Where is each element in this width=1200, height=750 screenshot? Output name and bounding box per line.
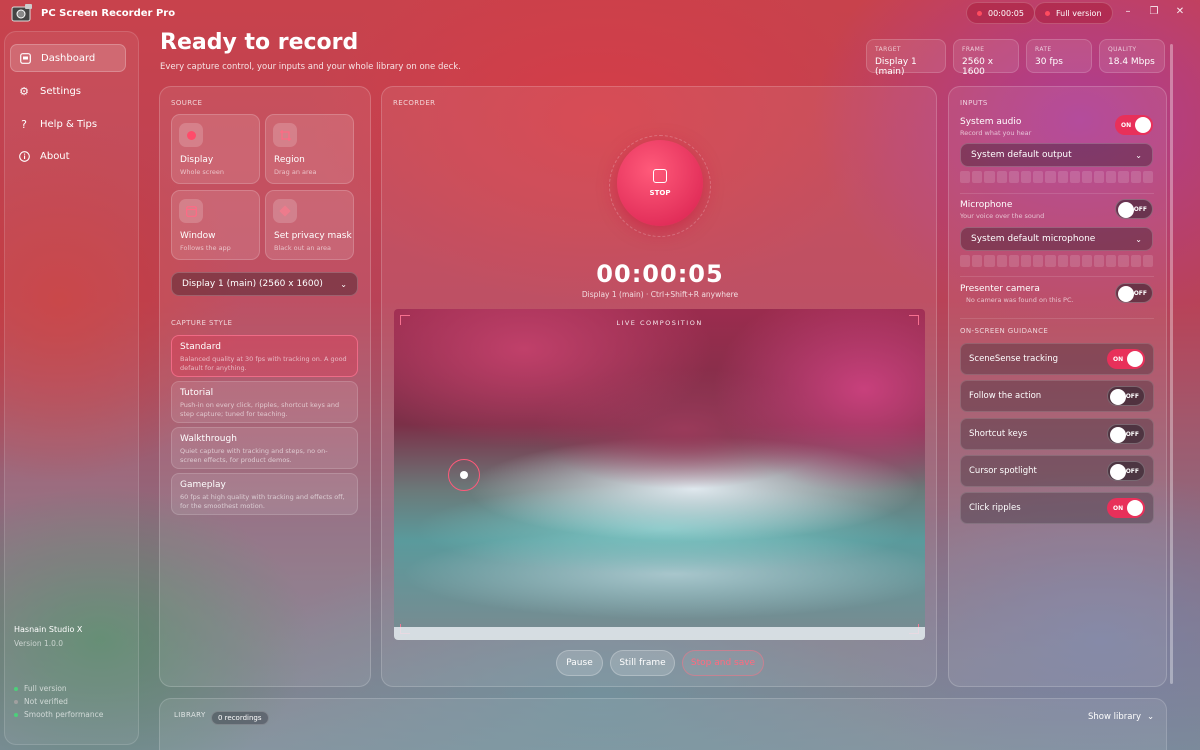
source-window-tile[interactable]: Window Follows the app <box>171 190 260 260</box>
shortcut-keys-toggle[interactable]: OFF <box>1107 424 1145 444</box>
minimize-button[interactable]: – <box>1118 6 1138 22</box>
studio-name: Hasnain Studio X <box>14 625 83 634</box>
live-preview: LIVE COMPOSITION <box>394 309 925 640</box>
follow-action-toggle[interactable]: OFF <box>1107 386 1145 406</box>
microphone-sub: Your voice over the sound <box>960 212 1045 220</box>
stat-quality: QUALITY 18.4 Mbps <box>1099 39 1165 73</box>
sidebar-item-settings[interactable]: ⚙ Settings <box>10 77 126 105</box>
sidebar-item-label: Dashboard <box>41 52 96 64</box>
microphone-label: Microphone <box>960 200 1013 210</box>
status-dot-icon <box>14 712 18 717</box>
sidebar-item-label: Settings <box>40 85 82 97</box>
capture-style-tutorial[interactable]: Tutorial Push-in on every click, ripples,… <box>171 381 358 423</box>
source-section-label: SOURCE <box>171 99 203 107</box>
source-display-tile[interactable]: Display Whole screen <box>171 114 260 184</box>
display-select[interactable]: Display 1 (main) (2560 x 1600) ⌄ <box>171 272 358 296</box>
version-label: Full version <box>1056 8 1102 18</box>
maximize-button[interactable]: ❐ <box>1144 6 1164 22</box>
stat-target: TARGET Display 1 (main) <box>866 39 946 77</box>
divider <box>960 318 1154 319</box>
pause-button[interactable]: Pause <box>556 650 603 676</box>
system-output-select[interactable]: System default output ⌄ <box>960 143 1153 167</box>
scenesense-toggle[interactable]: ON <box>1107 349 1145 369</box>
privacy-mask-tile[interactable]: Set privacy mask Black out an area <box>265 190 354 260</box>
titlebar-timer: 00:00:05 <box>988 8 1024 18</box>
page-subtitle: Every capture control, your inputs and y… <box>160 62 461 72</box>
app-version: Version 1.0.0 <box>14 639 64 648</box>
chevron-down-icon: ⌄ <box>340 279 347 289</box>
system-audio-sub: Record what you hear <box>960 129 1032 137</box>
info-icon <box>18 150 30 162</box>
capture-style-standard[interactable]: Standard Balanced quality at 30 fps with … <box>171 335 358 377</box>
stop-and-save-button[interactable]: Stop and save <box>682 650 764 676</box>
sidebar-item-dashboard[interactable]: Dashboard <box>10 44 126 72</box>
divider <box>960 193 1154 194</box>
status-verification: Not verified <box>14 697 68 706</box>
capture-style-label: CAPTURE STYLE <box>171 319 233 327</box>
preview-taskbar <box>394 627 925 640</box>
system-audio-meter <box>960 171 1153 183</box>
corner-marker-icon <box>400 315 410 325</box>
capture-style-walkthrough[interactable]: Walkthrough Quiet capture with tracking a… <box>171 427 358 469</box>
inputs-section-label: INPUTS <box>960 99 988 107</box>
still-frame-button[interactable]: Still frame <box>610 650 675 676</box>
camera-sub: No camera was found on this PC. <box>966 296 1074 304</box>
question-icon: ? <box>21 117 27 131</box>
library-label: LIBRARY <box>174 711 206 719</box>
cursor-spotlight-toggle[interactable]: OFF <box>1107 461 1145 481</box>
display-icon <box>179 123 203 147</box>
system-audio-toggle[interactable]: ON <box>1115 115 1153 135</box>
status-dot-icon <box>1045 10 1050 16</box>
camera-label: Presenter camera <box>960 284 1040 294</box>
status-dot-icon <box>14 699 18 704</box>
capture-style-gameplay[interactable]: Gameplay 60 fps at high quality with trac… <box>171 473 358 515</box>
scrollbar[interactable] <box>1170 44 1173 684</box>
recordings-count-badge: 0 recordings <box>211 711 269 725</box>
recording-target-hint: Display 1 (main) · Ctrl+Shift+R anywhere <box>581 290 739 299</box>
stop-button[interactable]: STOP <box>617 140 703 226</box>
app-title: PC Screen Recorder Pro <box>41 8 176 19</box>
recording-timer-badge[interactable]: 00:00:05 <box>966 2 1035 24</box>
recorder-section-label: RECORDER <box>393 99 436 107</box>
stat-rate: RATE 30 fps <box>1026 39 1092 73</box>
microphone-select[interactable]: System default microphone ⌄ <box>960 227 1153 251</box>
page-title: Ready to record <box>160 30 359 55</box>
window-icon <box>179 199 203 223</box>
sidebar-item-about[interactable]: About <box>10 142 126 170</box>
sidebar-item-label: About <box>40 150 70 162</box>
divider <box>960 276 1154 277</box>
stop-icon <box>653 169 667 183</box>
microphone-meter <box>960 255 1153 267</box>
crop-icon <box>273 123 297 147</box>
gear-icon: ⚙ <box>19 84 29 98</box>
status-performance: Smooth performance <box>14 710 103 719</box>
chevron-down-icon: ⌄ <box>1135 150 1142 160</box>
live-composition-label: LIVE COMPOSITION <box>616 319 703 327</box>
sidebar-item-label: Help & Tips <box>40 118 98 130</box>
mask-icon <box>273 199 297 223</box>
cursor-icon <box>460 471 468 479</box>
guidance-section-label: ON-SCREEN GUIDANCE <box>960 327 1049 335</box>
system-audio-label: System audio <box>960 117 1022 127</box>
recording-dot-icon <box>977 10 982 16</box>
source-region-tile[interactable]: Region Drag an area <box>265 114 354 184</box>
chevron-down-icon: ⌄ <box>1146 712 1155 722</box>
library-bar <box>159 698 1167 750</box>
app-logo-icon <box>10 3 34 25</box>
stat-frame: FRAME 2560 x 1600 <box>953 39 1019 77</box>
full-version-badge[interactable]: Full version <box>1034 2 1113 24</box>
recording-timer: 00:00:05 <box>596 260 724 288</box>
show-library-button[interactable]: Show library ⌄ <box>1088 712 1154 722</box>
close-button[interactable]: ✕ <box>1170 6 1190 22</box>
status-dot-icon <box>14 686 18 691</box>
microphone-toggle[interactable]: OFF <box>1115 199 1153 219</box>
status-full-version: Full version <box>14 684 67 693</box>
sidebar <box>4 31 139 745</box>
sidebar-item-help[interactable]: ? Help & Tips <box>10 110 126 138</box>
camera-toggle[interactable]: OFF <box>1115 283 1153 303</box>
chevron-down-icon: ⌄ <box>1135 234 1142 244</box>
corner-marker-icon <box>909 315 919 325</box>
dashboard-icon <box>19 52 31 64</box>
click-ripples-toggle[interactable]: ON <box>1107 498 1145 518</box>
